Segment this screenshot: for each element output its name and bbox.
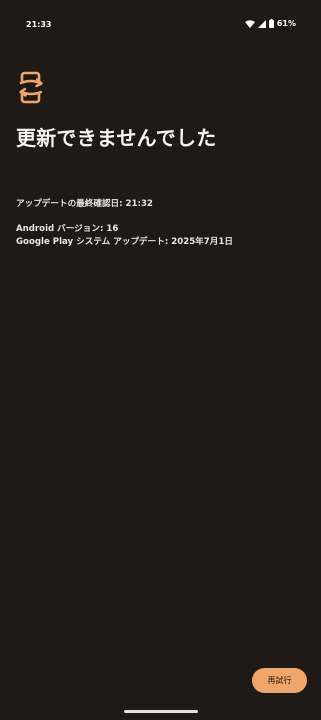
google-play-update-text: Google Play システム アップデート: 2025年7月1日	[16, 237, 233, 247]
battery-percent: 61%	[276, 19, 296, 28]
android-version-text: Android バージョン: 16	[16, 224, 119, 234]
last-checked-text: アップデートの最終確認日: 21:32	[16, 199, 153, 209]
retry-button[interactable]: 再試行	[252, 668, 307, 693]
status-icons: 61%	[244, 19, 296, 28]
home-indicator[interactable]	[124, 710, 198, 713]
status-bar: 21:33 61%	[0, 0, 321, 50]
cell-signal-icon	[257, 19, 266, 28]
phone-update-icon	[17, 71, 45, 104]
battery-icon	[268, 19, 274, 28]
wifi-icon	[244, 19, 255, 28]
status-time: 21:33	[26, 20, 52, 29]
page-title: 更新できませんでした	[16, 126, 217, 150]
